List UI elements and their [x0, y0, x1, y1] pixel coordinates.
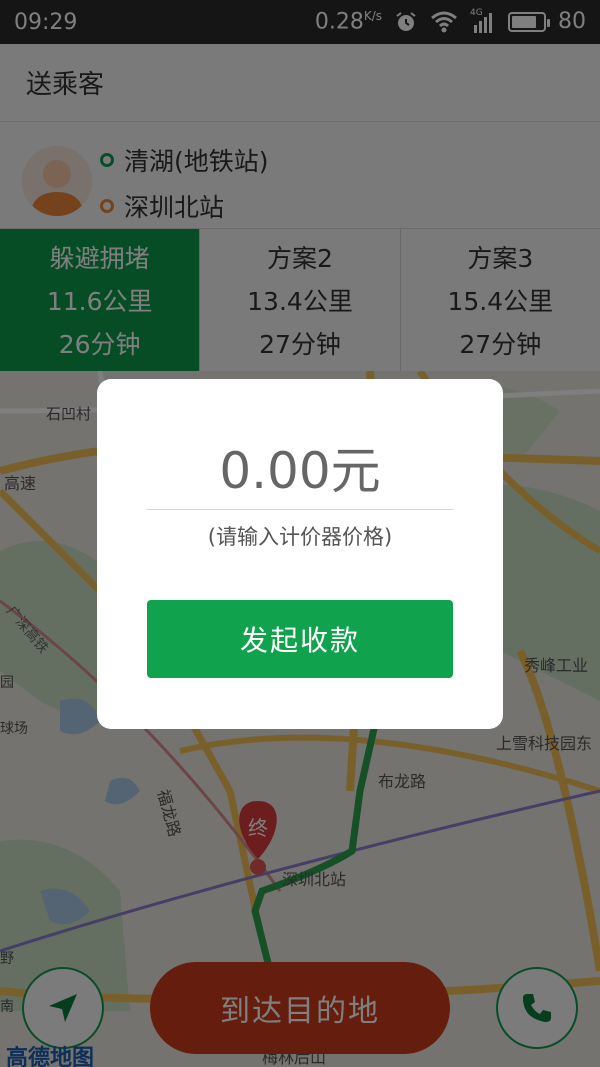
fare-amount-input[interactable]: 0.00元	[97, 431, 503, 503]
amount-divider	[147, 509, 453, 510]
payment-dialog: 0.00元 (请输入计价器价格) 发起收款	[97, 379, 503, 729]
fare-hint: (请输入计价器价格)	[207, 525, 393, 549]
initiate-payment-button[interactable]: 发起收款	[147, 600, 453, 678]
